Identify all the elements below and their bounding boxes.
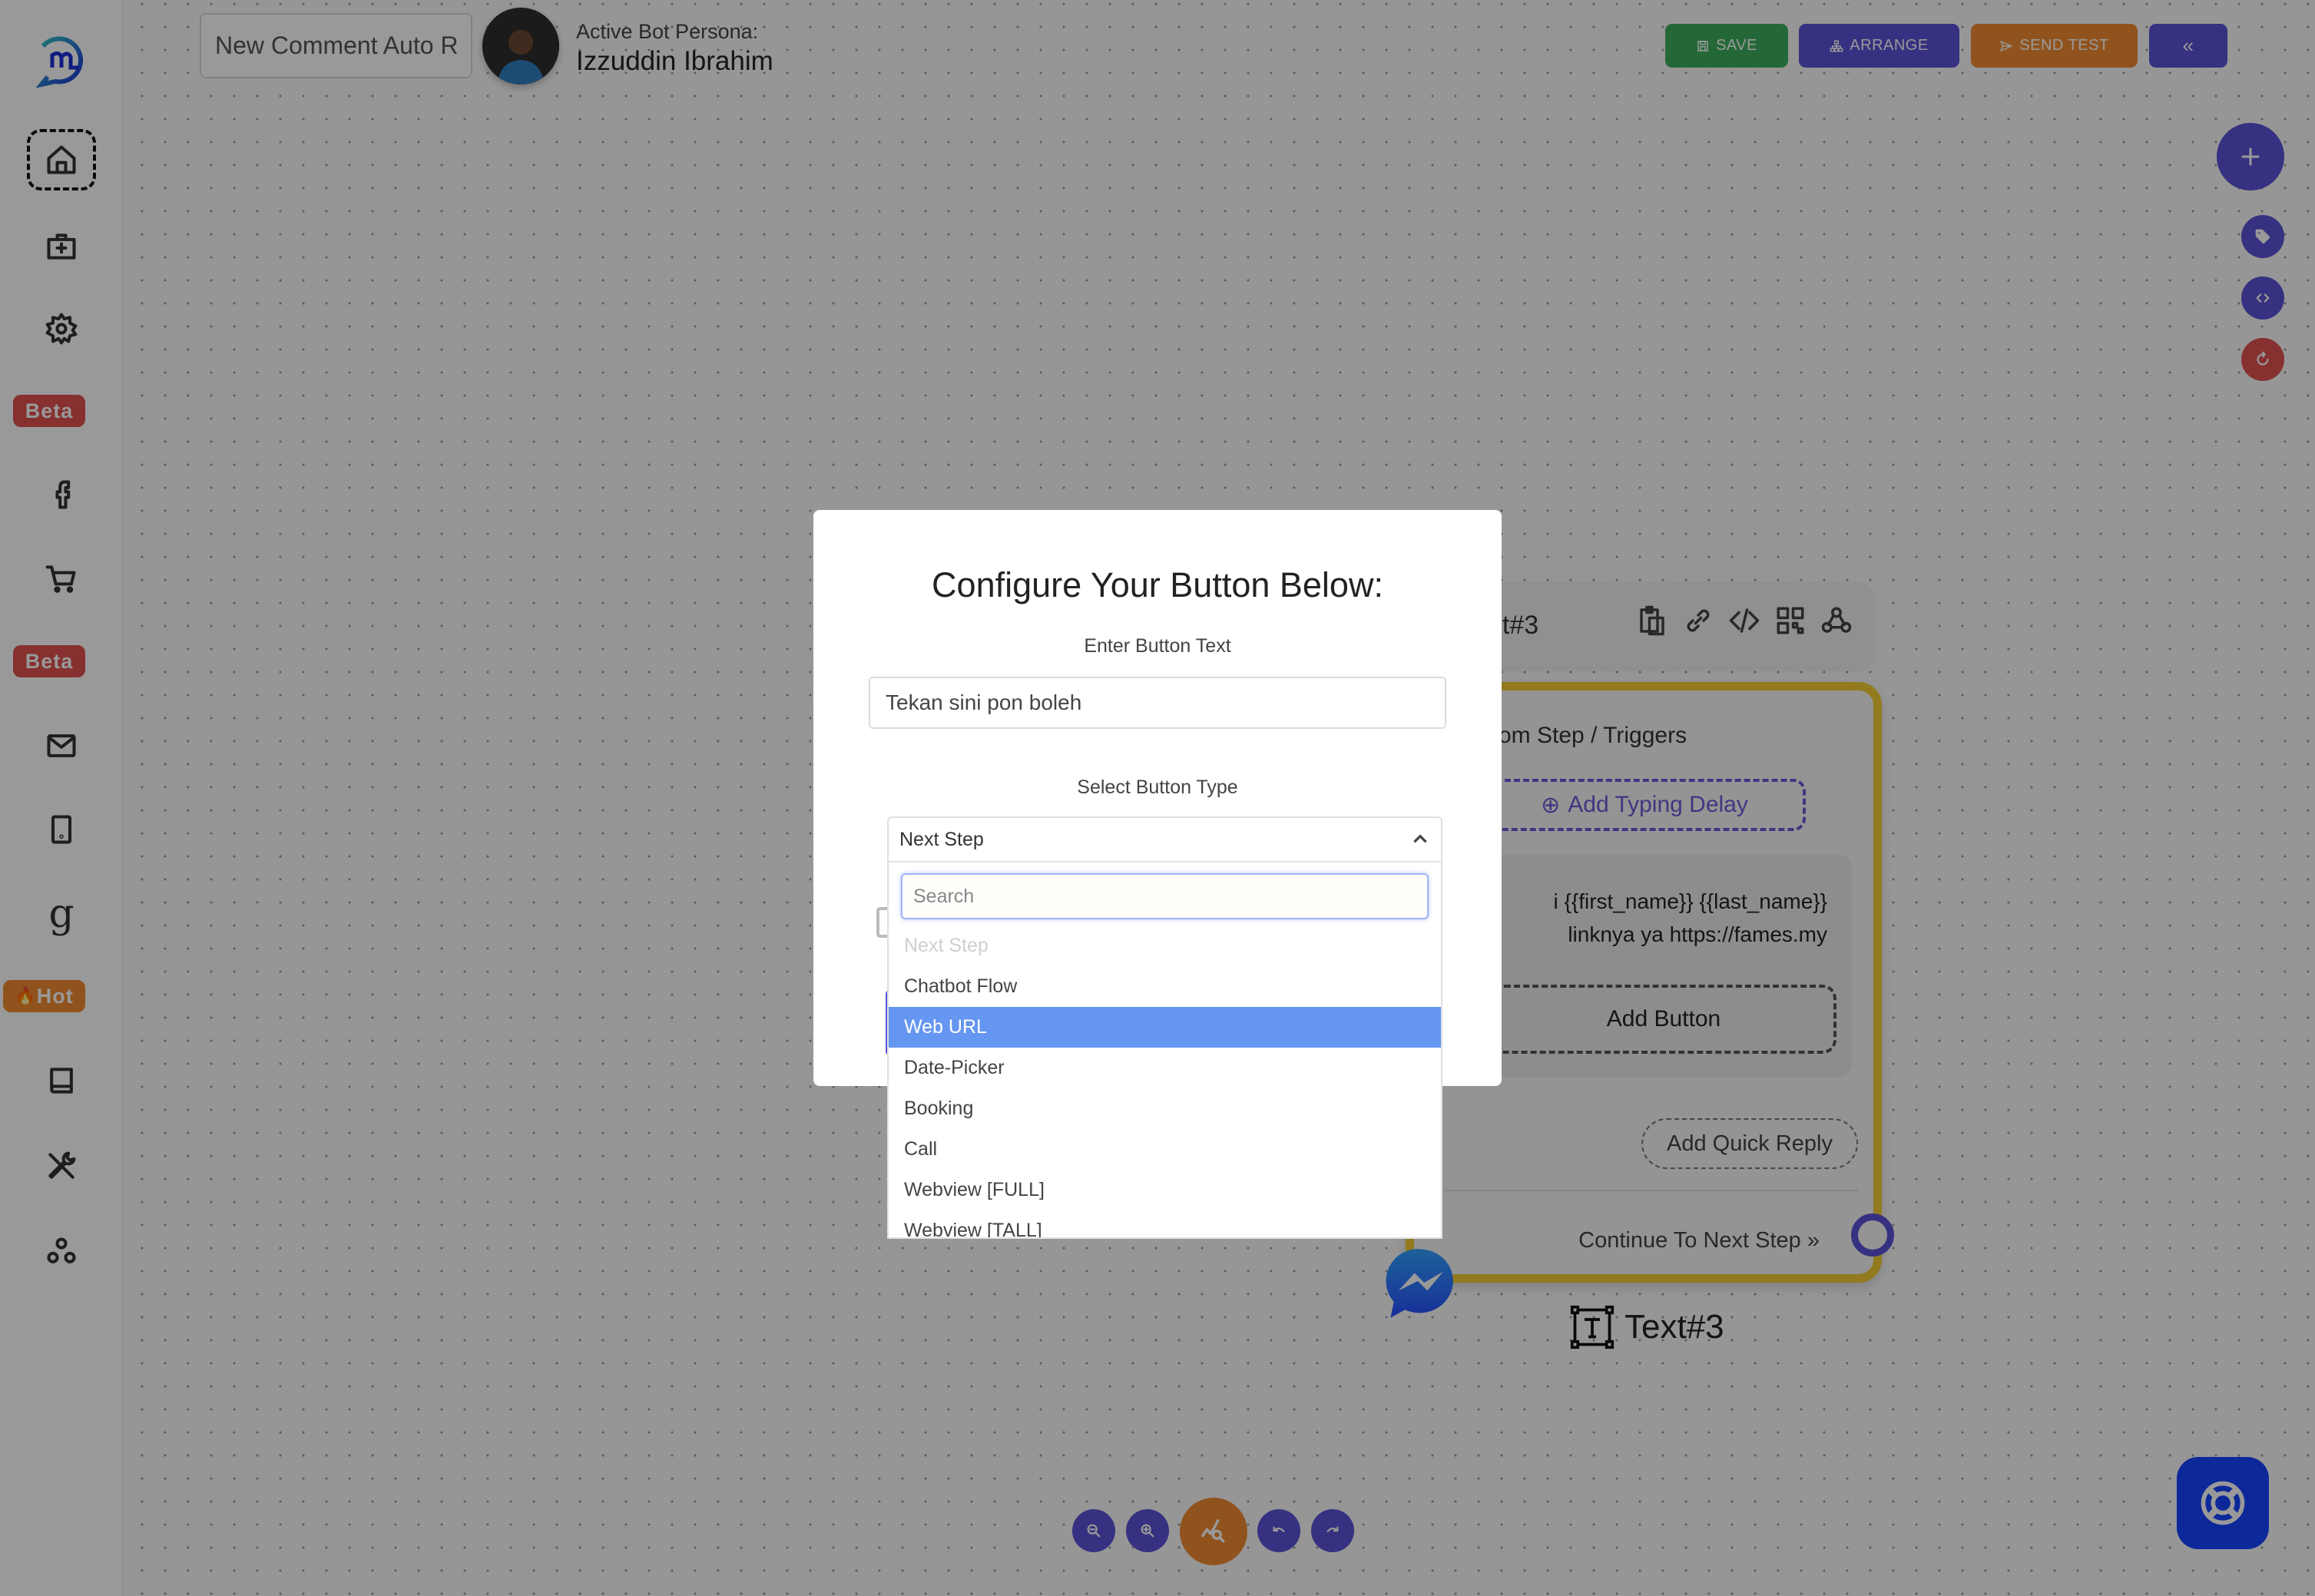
select-options-panel: Next Step Chatbot Flow Web URL Date-Pick… — [887, 863, 1442, 1239]
button-text-input[interactable] — [869, 677, 1446, 729]
button-type-select[interactable]: Next Step Next Step Chatbot Flow Web URL… — [887, 816, 1442, 1239]
option-next-step: Next Step — [904, 935, 989, 956]
selected-value: Next Step — [899, 828, 984, 850]
option-webview-tall[interactable]: Webview [TALL] — [889, 1210, 1441, 1237]
option-web-url[interactable]: Web URL — [889, 1007, 1441, 1048]
select-header[interactable]: Next Step — [887, 816, 1442, 863]
search-input[interactable] — [901, 873, 1429, 919]
option-date-picker[interactable]: Date-Picker — [889, 1048, 1441, 1088]
button-type-label: Select Button Type — [1077, 776, 1238, 798]
button-text-label: Enter Button Text — [1084, 635, 1231, 657]
option-call[interactable]: Call — [889, 1129, 1441, 1170]
option-booking[interactable]: Booking — [889, 1088, 1441, 1129]
option-chatbot-flow[interactable]: Chatbot Flow — [889, 966, 1441, 1007]
chevron-up-icon — [1413, 834, 1427, 843]
option-webview-full[interactable]: Webview [FULL] — [889, 1170, 1441, 1210]
modal-title: Configure Your Button Below: — [932, 565, 1383, 604]
